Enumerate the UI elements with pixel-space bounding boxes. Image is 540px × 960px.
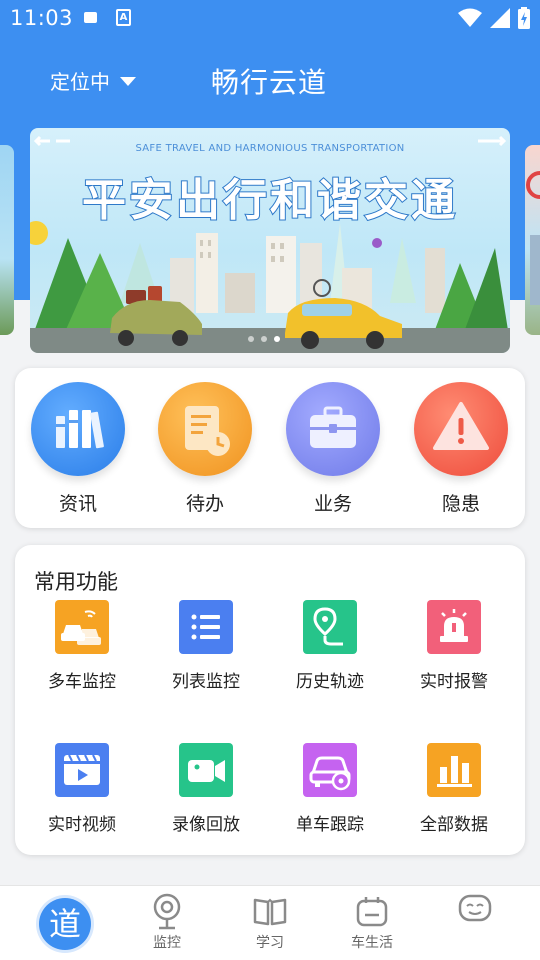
quick-entry-label: 隐患 [441,493,480,515]
tab-car-life[interactable]: 车生活 [322,886,422,960]
quick-entry-business[interactable]: 业务 [283,382,383,515]
banner-scene [30,135,510,353]
func-label: 实时报警 [420,672,488,692]
notification-a-icon: A [116,9,131,26]
wifi-icon [458,8,482,27]
func-label: 列表监控 [172,672,240,692]
quick-entry-hazard[interactable]: 隐患 [411,382,511,515]
alarm-light-icon [427,600,481,654]
book-icon [253,898,287,926]
face-icon [458,894,492,922]
func-list-monitor[interactable]: 列表监控 [146,600,266,692]
banner-dot[interactable] [248,336,254,342]
func-realtime-alarm[interactable]: 实时报警 [394,600,514,692]
banner-subtitle: SAFE TRAVEL AND HARMONIOUS TRANSPORTATIO… [135,143,405,154]
notification-square-icon [84,12,97,23]
tab-home[interactable]: 道 [15,886,115,960]
location-label: 定位中 [50,70,110,94]
car-life-icon [356,897,388,927]
section-title: 常用功能 [34,570,118,594]
quick-entry-todo[interactable]: 待办 [155,382,255,515]
status-time: 11:03 [10,6,74,30]
tab-label: 监控 [153,935,181,951]
func-multi-car-monitor[interactable]: 多车监控 [22,600,142,692]
func-realtime-video[interactable]: 实时视频 [22,743,142,835]
quick-entry-label: 资讯 [58,493,97,515]
quick-entry-label: 业务 [313,493,352,515]
location-selector[interactable]: 定位中 [50,66,136,95]
quick-entry-label: 待办 [185,493,224,515]
signal-icon [490,8,510,28]
banner-pagination [248,336,280,342]
route-icon [303,600,357,654]
quick-entry-news[interactable]: 资讯 [28,382,128,515]
func-label: 全部数据 [420,815,488,835]
tab-label: 学习 [256,935,284,951]
func-label: 多车监控 [48,672,116,692]
func-history-track[interactable]: 历史轨迹 [270,600,390,692]
banner-prev-peek[interactable] [0,145,14,335]
bar-chart-icon [427,743,481,797]
tab-monitor[interactable]: 监控 [117,886,217,960]
promo-banner[interactable]: SAFE TRAVEL AND HARMONIOUS TRANSPORTATIO… [30,128,510,353]
banner-dot[interactable] [261,336,267,342]
banner-dot-active[interactable] [274,336,280,342]
caret-down-icon [120,77,136,86]
func-record-playback[interactable]: 录像回放 [146,743,266,835]
tab-profile[interactable] [425,886,525,960]
list-icon [179,600,233,654]
multi-car-icon [55,600,109,654]
banner-next-peek[interactable] [525,145,540,335]
banner-title: 平安出行和谐交通 [81,174,458,227]
status-bar: 11:03 A [0,0,540,36]
tab-study[interactable]: 学习 [220,886,320,960]
battery-icon [518,7,530,29]
nav-row: 定位中 畅行云道 [0,56,540,104]
camera-icon [179,743,233,797]
books-icon [31,382,125,476]
bottom-tab-bar: 道 监控 学习 车生活 [0,885,540,960]
func-label: 实时视频 [48,815,116,835]
func-label: 录像回放 [172,815,240,835]
document-clock-icon [158,382,252,476]
dao-icon: 道 [39,898,91,950]
func-single-car-track[interactable]: 单车跟踪 [270,743,390,835]
video-icon [55,743,109,797]
common-functions-card: 常用功能 多车监控 列表监控 历史轨迹 实时报警 实时视频 录像回放 单车跟踪 … [15,545,525,855]
func-label: 历史轨迹 [296,672,364,692]
tab-label: 车生活 [351,935,393,951]
app-title: 畅行云道 [211,66,328,99]
briefcase-icon [286,382,380,476]
car-track-icon [303,743,357,797]
func-all-data[interactable]: 全部数据 [394,743,514,835]
quick-entries-card: 资讯 待办 业务 隐患 [15,368,525,528]
webcam-icon [153,893,181,930]
warning-icon [414,382,508,476]
func-label: 单车跟踪 [296,815,364,835]
